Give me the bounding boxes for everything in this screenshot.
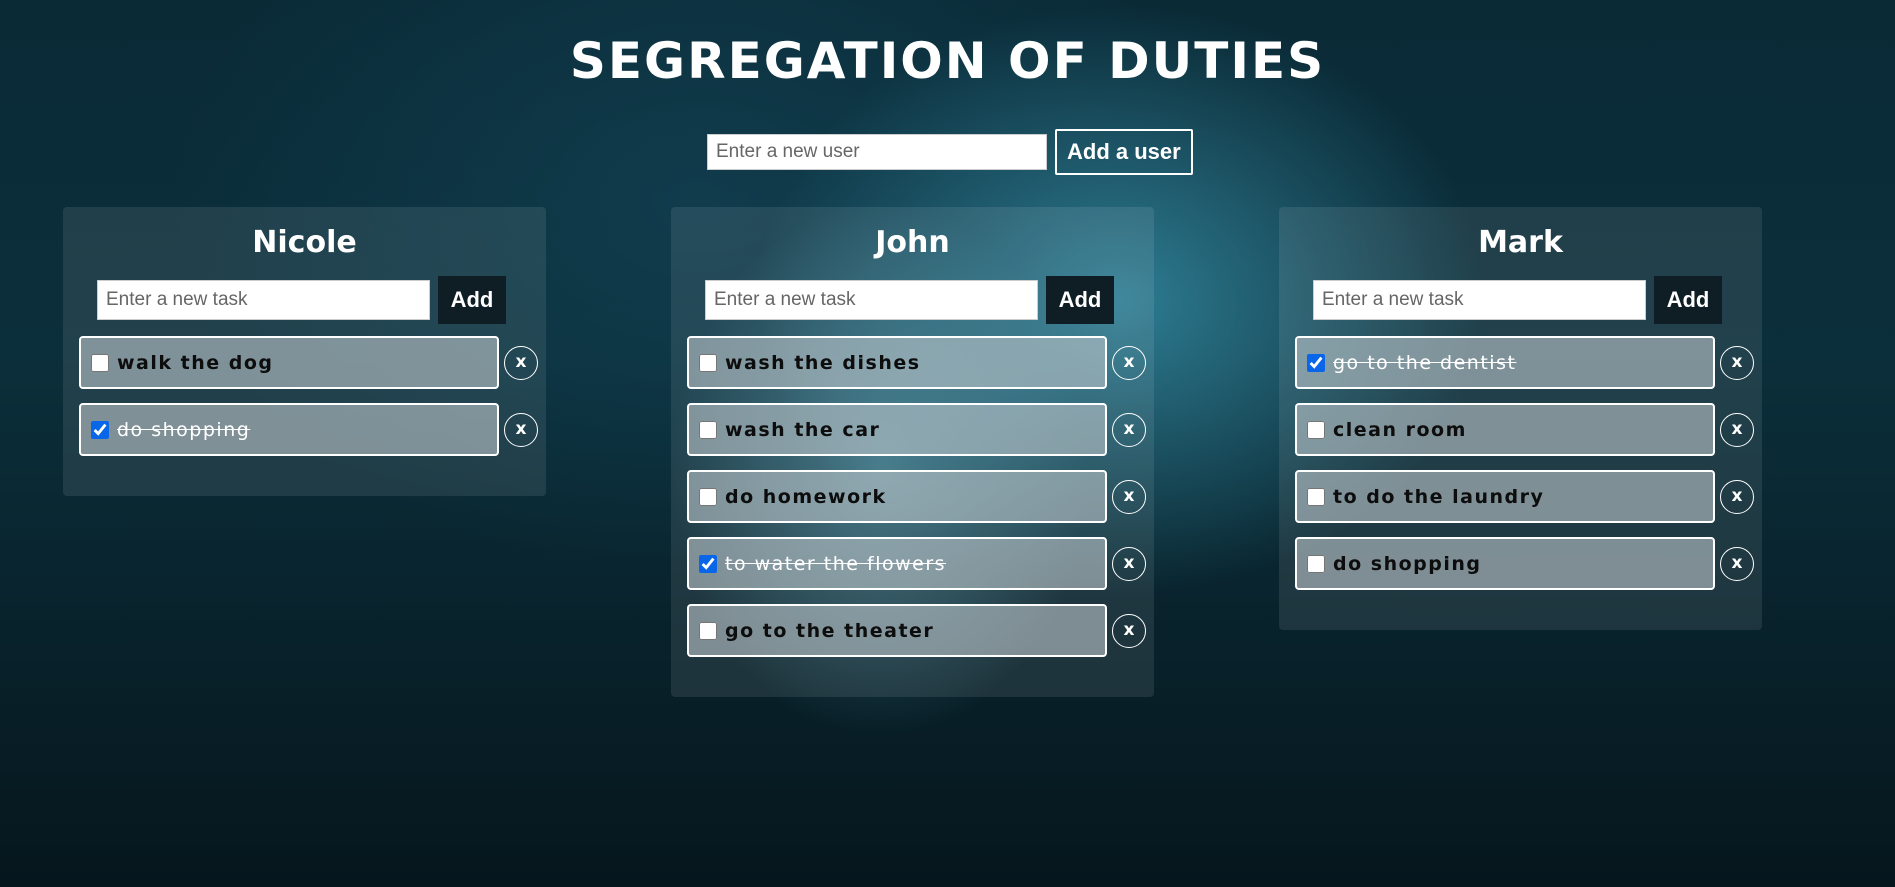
task-item: do homework bbox=[687, 470, 1107, 523]
new-task-input[interactable] bbox=[1313, 280, 1646, 320]
task-text: go to the theater bbox=[725, 619, 935, 642]
delete-task-button[interactable]: x bbox=[1720, 479, 1754, 514]
task-row: to water the flowers x bbox=[687, 537, 1154, 590]
delete-task-button[interactable]: x bbox=[1720, 345, 1754, 380]
task-checkbox[interactable] bbox=[91, 353, 109, 372]
user-name: John bbox=[875, 225, 950, 260]
add-task-button[interactable]: Add bbox=[438, 276, 506, 324]
delete-task-button[interactable]: x bbox=[1112, 412, 1146, 447]
task-item: wash the dishes bbox=[687, 336, 1107, 389]
task-checkbox[interactable] bbox=[699, 487, 717, 506]
task-checkbox[interactable] bbox=[1307, 353, 1325, 372]
task-row: do shopping x bbox=[1295, 537, 1762, 590]
delete-task-button[interactable]: x bbox=[1112, 345, 1146, 380]
task-item: to water the flowers bbox=[687, 537, 1107, 590]
task-text: to water the flowers bbox=[725, 552, 947, 575]
task-row: walk the dog x bbox=[79, 336, 546, 389]
user-card-mark: Mark Add go to the dentist x clean room … bbox=[1279, 207, 1762, 630]
user-card-john: John Add wash the dishes x wash the car … bbox=[671, 207, 1154, 697]
task-item: do shopping bbox=[1295, 537, 1715, 590]
task-item: to do the laundry bbox=[1295, 470, 1715, 523]
task-row: to do the laundry x bbox=[1295, 470, 1762, 523]
new-task-input[interactable] bbox=[705, 280, 1038, 320]
add-user-button[interactable]: Add a user bbox=[1055, 129, 1193, 175]
task-row: do homework x bbox=[687, 470, 1154, 523]
task-text: wash the dishes bbox=[725, 351, 921, 374]
delete-task-button[interactable]: x bbox=[1720, 546, 1754, 581]
task-text: to do the laundry bbox=[1333, 485, 1545, 508]
task-item: go to the theater bbox=[687, 604, 1107, 657]
task-row: go to the theater x bbox=[687, 604, 1154, 657]
add-task-button[interactable]: Add bbox=[1046, 276, 1114, 324]
delete-task-button[interactable]: x bbox=[504, 345, 538, 380]
task-checkbox[interactable] bbox=[699, 621, 717, 640]
delete-task-button[interactable]: x bbox=[1112, 479, 1146, 514]
add-task-button[interactable]: Add bbox=[1654, 276, 1722, 324]
task-item: walk the dog bbox=[79, 336, 499, 389]
task-row: do shopping x bbox=[79, 403, 546, 456]
task-text: do homework bbox=[725, 485, 887, 508]
task-checkbox[interactable] bbox=[699, 554, 717, 573]
delete-task-button[interactable]: x bbox=[1112, 613, 1146, 648]
task-row: wash the dishes x bbox=[687, 336, 1154, 389]
task-checkbox[interactable] bbox=[1307, 487, 1325, 506]
task-row: go to the dentist x bbox=[1295, 336, 1762, 389]
task-checkbox[interactable] bbox=[699, 353, 717, 372]
task-item: go to the dentist bbox=[1295, 336, 1715, 389]
new-user-input[interactable] bbox=[707, 134, 1047, 170]
task-text: go to the dentist bbox=[1333, 351, 1517, 374]
task-item: clean room bbox=[1295, 403, 1715, 456]
task-text: wash the car bbox=[725, 418, 881, 441]
task-text: do shopping bbox=[117, 418, 251, 441]
task-row: wash the car x bbox=[687, 403, 1154, 456]
task-checkbox[interactable] bbox=[699, 420, 717, 439]
user-name: Mark bbox=[1478, 225, 1563, 260]
user-card-nicole: Nicole Add walk the dog x do shopping x bbox=[63, 207, 546, 496]
task-text: clean room bbox=[1333, 418, 1467, 441]
task-text: walk the dog bbox=[117, 351, 274, 374]
add-task-form: Add bbox=[705, 276, 1154, 324]
delete-task-button[interactable]: x bbox=[1112, 546, 1146, 581]
add-task-form: Add bbox=[1313, 276, 1762, 324]
delete-task-button[interactable]: x bbox=[504, 412, 538, 447]
add-user-form: Add a user bbox=[707, 129, 1193, 175]
delete-task-button[interactable]: x bbox=[1720, 412, 1754, 447]
user-name: Nicole bbox=[252, 225, 357, 260]
task-checkbox[interactable] bbox=[1307, 420, 1325, 439]
add-task-form: Add bbox=[97, 276, 546, 324]
task-item: wash the car bbox=[687, 403, 1107, 456]
task-checkbox[interactable] bbox=[91, 420, 109, 439]
task-text: do shopping bbox=[1333, 552, 1482, 575]
page-title: SEGREGATION OF DUTIES bbox=[569, 32, 1326, 90]
new-task-input[interactable] bbox=[97, 280, 430, 320]
task-item: do shopping bbox=[79, 403, 499, 456]
task-checkbox[interactable] bbox=[1307, 554, 1325, 573]
task-row: clean room x bbox=[1295, 403, 1762, 456]
